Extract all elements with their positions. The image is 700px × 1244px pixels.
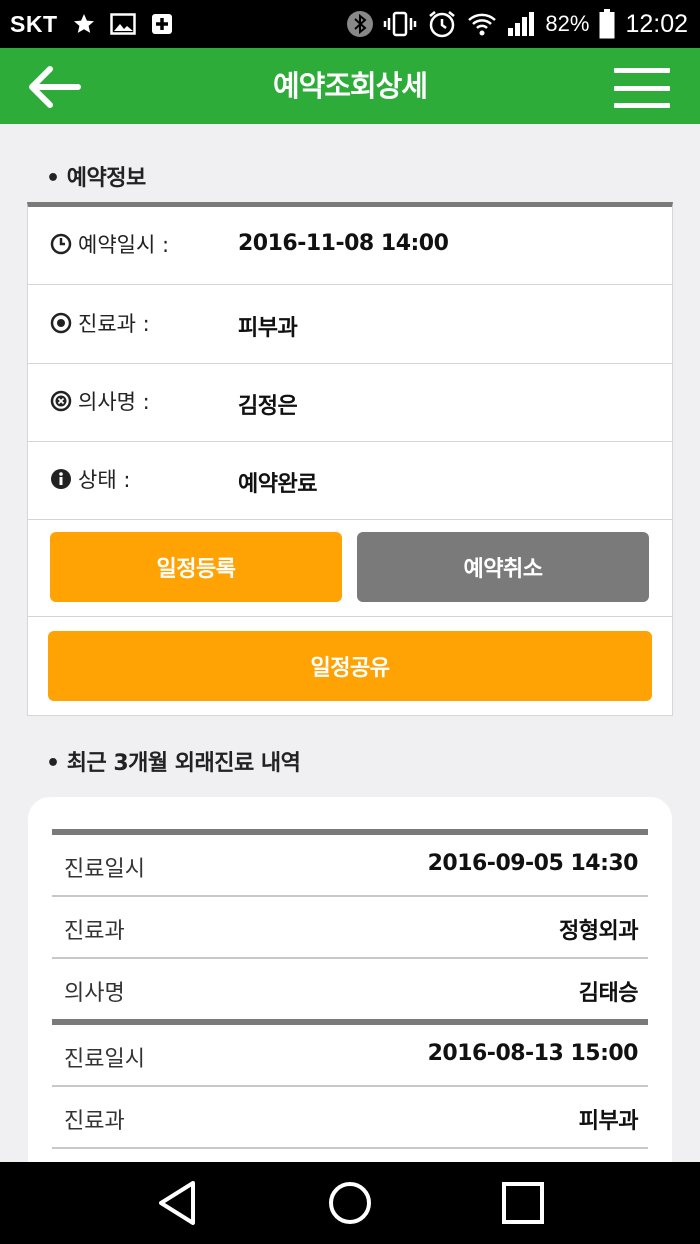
circle-home-icon [328,1182,371,1224]
x-circle-icon [50,390,72,412]
history-row-label: 진료과 [64,1109,125,1134]
clock-icon [50,233,72,255]
carrier-name: SKT [10,10,58,37]
department-row: 진료과 : 피부과 [28,286,672,364]
clock: 12:02 [625,9,688,38]
bluetooth-icon [347,10,374,38]
history-row-value: 2016-09-05 14:30 [427,851,639,876]
share-schedule-button[interactable]: 일정공유 [48,631,652,701]
history-row: 진료일시 2016-09-05 14:30 [52,829,648,897]
register-schedule-button[interactable]: 일정등록 [50,532,342,602]
history-row: 진료과 피부과 [52,1087,648,1149]
plus-box-icon [150,12,174,36]
reservation-datetime-label: 예약일시 : [78,233,170,257]
page-title: 예약조회상세 [272,69,428,103]
history-row-label: 의사명 [64,981,125,1006]
signal-icon [507,11,535,37]
divider [28,616,672,617]
hamburger-icon [614,68,670,73]
history-row-label: 진료일시 [64,857,145,882]
wifi-icon [467,11,497,37]
battery-icon [599,9,615,39]
system-nav-bar [0,1162,700,1244]
department-value: 피부과 [238,316,298,341]
reservation-section-title: • 예약정보 [46,166,146,191]
history-row-value: 2016-08-13 15:00 [427,1041,639,1066]
history-row: 진료일시 2016-08-13 15:00 [52,1019,648,1087]
alarm-icon [427,9,457,39]
status-bar: SKT 82% 12:02 [0,0,700,48]
history-row: 진료과 정형외과 [52,897,648,959]
reservation-datetime-value: 2016-11-08 14:00 [238,231,449,256]
dot-circle-icon [50,312,72,334]
history-row: 의사명 김태승 [52,959,648,1021]
doctor-row: 의사명 : 김정은 [28,364,672,442]
nav-back-button[interactable] [142,1173,212,1233]
menu-button[interactable] [614,68,670,108]
reservation-card: 예약일시 : 2016-11-08 14:00 진료과 : 피부과 의사명 : … [27,202,673,716]
department-label: 진료과 : [78,312,150,336]
history-row-value: 피부과 [578,1109,639,1134]
doctor-label: 의사명 : [78,390,150,414]
history-card: 진료일시 2016-09-05 14:30 진료과 정형외과 의사명 김태승 진… [28,797,672,1217]
square-recents-icon [502,1182,545,1224]
history-row-label: 진료일시 [64,1047,145,1072]
triangle-back-icon [158,1181,195,1225]
status-value: 예약완료 [238,472,317,497]
doctor-value: 김정은 [238,394,298,419]
image-icon [109,12,136,36]
nav-recents-button[interactable] [488,1173,558,1233]
history-row-value: 정형외과 [559,919,638,944]
reservation-datetime-row: 예약일시 : 2016-11-08 14:00 [28,207,672,285]
cancel-reservation-button[interactable]: 예약취소 [357,532,649,602]
battery-percent: 82% [545,11,590,36]
info-icon [50,468,72,490]
app-bar: 예약조회상세 [0,48,700,124]
vibrate-icon [383,10,417,38]
nav-home-button[interactable] [315,1173,385,1233]
history-row-value: 김태승 [578,981,639,1006]
history-section-title: • 최근 3개월 외래진료 내역 [46,751,301,776]
history-row-label: 진료과 [64,919,125,944]
star-icon [72,12,96,36]
status-row: 상태 : 예약완료 [28,442,672,520]
status-label: 상태 : [78,468,131,492]
